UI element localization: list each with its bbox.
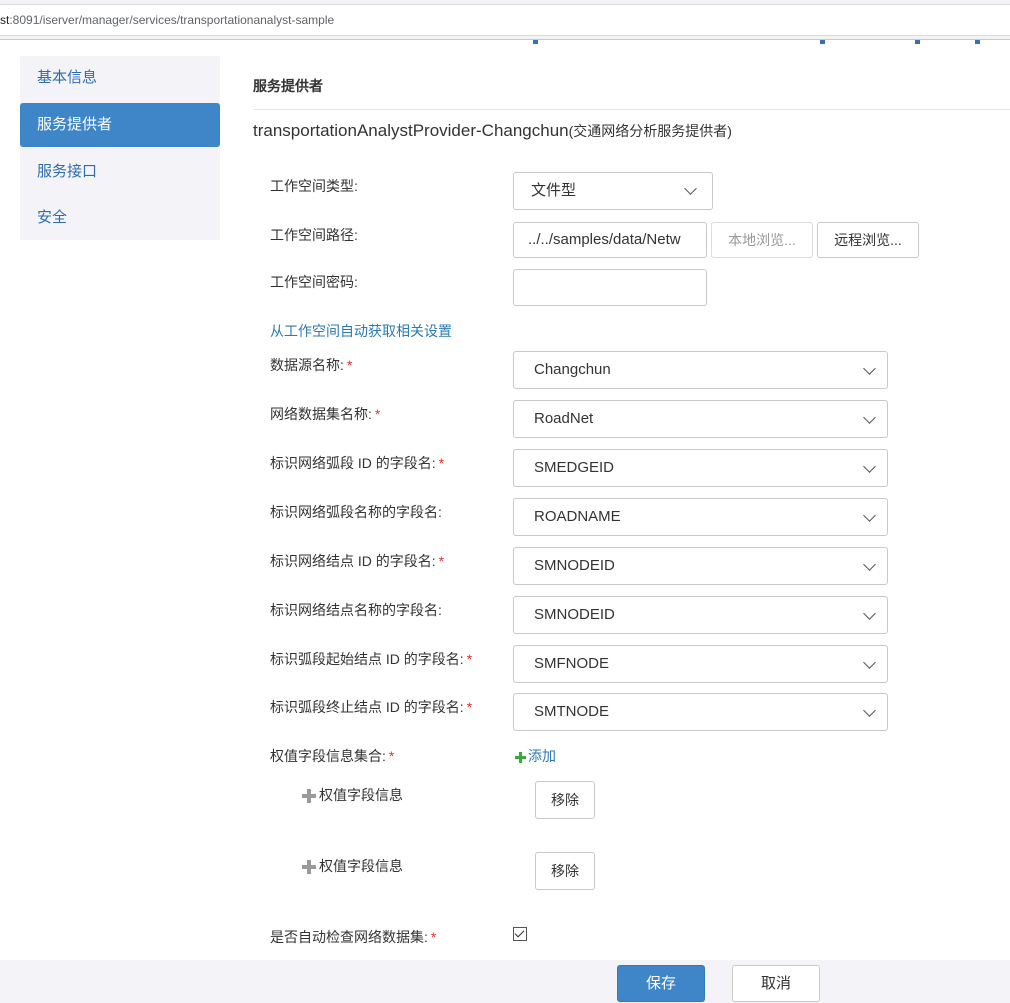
edge-name-field-select[interactable]: ROADNAME: [513, 498, 888, 536]
weight-fields-label: 权值字段信息集合: *: [270, 748, 395, 764]
workspace-type-select[interactable]: 文件型: [513, 172, 713, 210]
weight-field-item[interactable]: 权值字段信息: [302, 856, 403, 876]
provider-title: transportationAnalystProvider-Changchun(…: [253, 121, 732, 141]
node-id-field-select[interactable]: SMNODEID: [513, 547, 888, 585]
workspace-path-input[interactable]: ../../samples/data/Netw: [513, 222, 707, 258]
select-value: RoadNet: [534, 410, 594, 427]
auto-check-label: 是否自动检查网络数据集: *: [270, 929, 437, 945]
workspace-password-input[interactable]: [513, 269, 707, 306]
required-marker: *: [430, 929, 437, 945]
sidebar-item-basic-info[interactable]: 基本信息: [20, 56, 220, 100]
clipped-top-links: [0, 40, 1010, 48]
field-label: 标识弧段起始结点 ID 的字段名: *: [270, 651, 473, 667]
node-name-field-select[interactable]: SMNODEID: [513, 596, 888, 634]
provider-name: transportationAnalystProvider-Changchun: [253, 121, 569, 140]
add-icon: [515, 751, 526, 763]
required-marker: *: [374, 406, 381, 422]
add-label: 添加: [528, 748, 556, 764]
select-value: SMEDGEID: [534, 459, 615, 476]
chevron-down-icon: [863, 411, 876, 424]
sidebar-item-service-interface[interactable]: 服务接口: [20, 150, 220, 194]
select-value: SMFNODE: [534, 655, 609, 672]
url-path: :8091/iserver/manager/services/transport…: [9, 13, 335, 27]
auto-fetch-settings-link[interactable]: 从工作空间自动获取相关设置: [270, 321, 452, 341]
cancel-button[interactable]: 取消: [732, 965, 820, 1002]
sidebar: 基本信息 服务提供者 服务接口 安全: [20, 56, 220, 240]
chevron-down-icon: [684, 182, 697, 195]
chevron-down-icon: [863, 607, 876, 620]
select-value: Changchun: [534, 361, 611, 378]
datasource-name-select[interactable]: Changchun: [513, 351, 888, 389]
section-divider: [253, 109, 1010, 110]
sidebar-item-security[interactable]: 安全: [20, 196, 220, 240]
browser-address-bar: st:8091/iserver/manager/services/transpo…: [0, 0, 1010, 40]
remote-browse-button[interactable]: 远程浏览...: [817, 222, 919, 258]
workspace-type-value: 文件型: [531, 182, 577, 199]
select-value: SMTNODE: [534, 703, 609, 720]
field-label: 标识网络结点名称的字段名:: [270, 602, 442, 618]
select-value: ROADNAME: [534, 508, 621, 525]
edge-id-field-select[interactable]: SMEDGEID: [513, 449, 888, 487]
from-node-field-select[interactable]: SMFNODE: [513, 645, 888, 683]
network-dataset-select[interactable]: RoadNet: [513, 400, 888, 438]
sidebar-item-service-provider[interactable]: 服务提供者: [20, 103, 220, 147]
required-marker: *: [438, 455, 445, 471]
url-host: st: [0, 13, 10, 27]
workspace-password-label: 工作空间密码:: [270, 274, 358, 290]
chevron-down-icon: [863, 656, 876, 669]
field-label: 标识网络弧段名称的字段名:: [270, 504, 442, 520]
auto-check-checkbox[interactable]: [513, 927, 527, 941]
local-browse-button[interactable]: 本地浏览...: [711, 222, 813, 258]
select-value: SMNODEID: [534, 606, 615, 623]
required-marker: *: [466, 651, 473, 667]
field-label: 标识网络结点 ID 的字段名: *: [270, 553, 445, 569]
url-field[interactable]: st:8091/iserver/manager/services/transpo…: [0, 4, 1010, 36]
chevron-down-icon: [863, 509, 876, 522]
workspace-path-label: 工作空间路径:: [270, 227, 358, 243]
chevron-down-icon: [863, 558, 876, 571]
chevron-down-icon: [863, 362, 876, 375]
to-node-field-select[interactable]: SMTNODE: [513, 693, 888, 731]
chevron-down-icon: [863, 704, 876, 717]
provider-description: (交通网络分析服务提供者): [568, 123, 732, 139]
field-label: 数据源名称: *: [270, 357, 353, 373]
expand-icon: [302, 860, 316, 875]
required-marker: *: [388, 748, 395, 764]
remove-weight-button[interactable]: 移除: [535, 781, 595, 819]
field-label: 标识网络弧段 ID 的字段名: *: [270, 455, 445, 471]
weight-field-item[interactable]: 权值字段信息: [302, 785, 403, 805]
add-weight-field-link[interactable]: 添加: [515, 746, 556, 766]
field-label: 标识弧段终止结点 ID 的字段名: *: [270, 699, 473, 715]
remove-weight-button[interactable]: 移除: [535, 852, 595, 890]
required-marker: *: [466, 699, 473, 715]
footer-bar: [0, 960, 1010, 1003]
field-label: 网络数据集名称: *: [270, 406, 381, 422]
section-title: 服务提供者: [253, 78, 323, 94]
required-marker: *: [346, 357, 353, 373]
workspace-type-label: 工作空间类型:: [270, 178, 358, 194]
select-value: SMNODEID: [534, 557, 615, 574]
chevron-down-icon: [863, 460, 876, 473]
expand-icon: [302, 789, 316, 804]
required-marker: *: [438, 553, 445, 569]
save-button[interactable]: 保存: [617, 965, 705, 1002]
